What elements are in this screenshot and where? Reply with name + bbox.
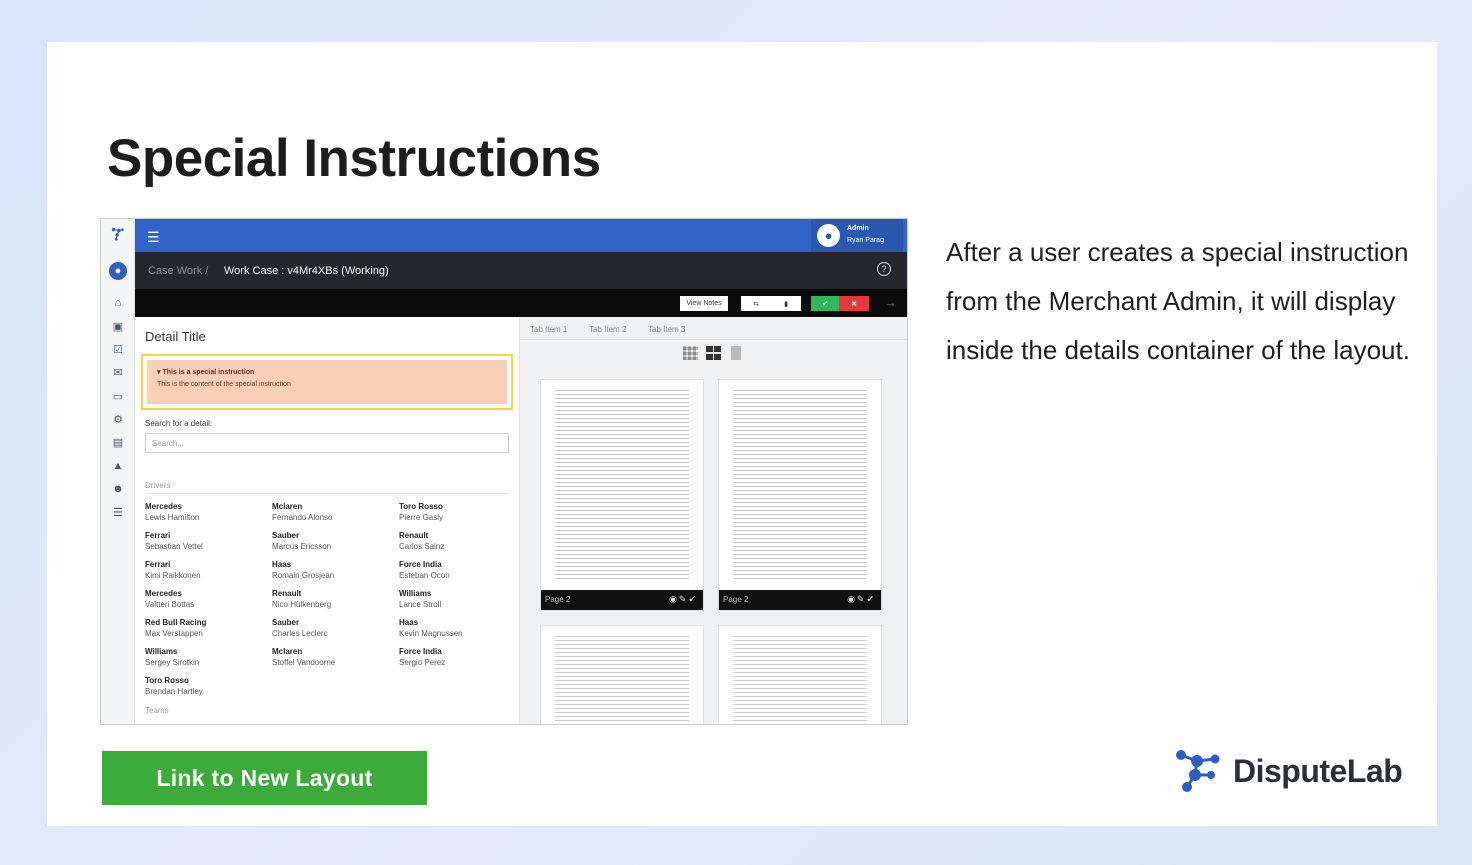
document-viewer: Tab Item 1 Tab Item 2 Tab Item 3 Page 2 … — [519, 317, 907, 724]
approve-button[interactable]: ✔ — [811, 296, 839, 311]
user-menu[interactable]: ● Admin Ryan Parag — [811, 219, 903, 252]
single-view-icon[interactable] — [731, 346, 741, 360]
detail-title: Detail Title — [145, 329, 206, 344]
driver-entry: Mercedes Lewis Hamilton — [145, 502, 200, 522]
divider — [145, 493, 509, 494]
driver-entry: Ferrari Sebastian Vettel — [145, 531, 203, 551]
link-to-new-layout-button[interactable]: Link to New Layout — [102, 751, 427, 805]
drivers-label: Drivers — [145, 481, 171, 490]
driver-entry: Force India Sergio Perez — [399, 647, 446, 667]
slide-description: After a user creates a special instructi… — [946, 237, 1410, 365]
driver-entry: Toro Rosso Brendan Hartley — [145, 676, 203, 696]
users-icon[interactable]: ☻ — [111, 482, 125, 496]
user-name: Ryan Parag — [847, 237, 884, 244]
driver-entry: Red Bull Racing Max Verstappen — [145, 618, 207, 638]
gear-icon[interactable]: ⚙ — [111, 412, 125, 426]
detail-search-input[interactable]: Search... — [145, 433, 509, 453]
driver-entry: Renault Nico Hülkenberg — [272, 589, 332, 609]
page-title: Special Instructions — [107, 129, 601, 188]
top-nav-bar: ☰ ● Admin Ryan Parag — [135, 219, 907, 252]
tab-item-2[interactable]: Tab Item 2 — [589, 325, 626, 334]
driver-entry: Renault Carlos Sainz — [399, 531, 445, 551]
hamburger-menu-icon[interactable]: ☰ — [147, 229, 160, 246]
driver-entry: Mclaren Stoffel Vandoorne — [272, 647, 336, 667]
driver-entry: Force India Esteban Ocon — [399, 560, 450, 580]
page-footer: Page 2 ◉✎✔ — [719, 590, 881, 610]
user-role: Admin — [847, 225, 869, 232]
page-label: Page 2 — [545, 595, 571, 604]
app-screenshot: ● ⌂ ▣ ☑ ✉ ▭ ⚙ ▤ ▲ ☻ ☰ ☰ ● Admin Ryan Par… — [100, 218, 908, 725]
left-rail: ● ⌂ ▣ ☑ ✉ ▭ ⚙ ▤ ▲ ☻ ☰ — [101, 219, 135, 724]
driver-entry: Sauber Charles Leclerc — [272, 618, 328, 638]
breadcrumb-bar: Case Work / Work Case : v4Mr4XBs (Workin… — [135, 252, 907, 289]
driver-entry: Ferrari Kimi Raikkonen — [145, 560, 201, 580]
tab-divider — [520, 339, 907, 340]
mail-icon[interactable]: ✉ — [111, 365, 125, 379]
checkbox-icon[interactable]: ☑ — [111, 342, 125, 356]
tile-view-icon[interactable] — [706, 346, 721, 360]
swap-icon[interactable]: ⇆ — [741, 296, 771, 311]
document-icon[interactable]: ▤ — [111, 435, 125, 449]
list-icon[interactable]: ☰ — [111, 505, 125, 519]
special-instruction-heading[interactable]: ▾ This is a special instruction — [157, 368, 497, 376]
avatar-icon: ● — [817, 224, 840, 247]
brand-logo: DisputeLab — [1173, 745, 1403, 797]
reject-button[interactable]: ✖ — [839, 296, 869, 311]
help-icon[interactable]: ? — [877, 262, 891, 276]
page-label: Page 2 — [723, 595, 749, 604]
search-label: Search for a detail: — [145, 419, 213, 428]
driver-entry: Williams Sergey Sirotkin — [145, 647, 200, 667]
card-icon[interactable]: ▭ — [111, 389, 125, 403]
brand-name: DisputeLab — [1233, 752, 1403, 789]
page-action-icons[interactable]: ◉✎✔ — [847, 594, 876, 605]
page-thumbnail[interactable] — [718, 625, 882, 724]
page-footer: Page 2 ◉✎✔ — [541, 590, 703, 610]
arrow-right-icon[interactable]: → — [884, 295, 897, 310]
detail-container: Detail Title ▾ This is a special instruc… — [135, 317, 519, 724]
page-thumbnail[interactable]: Page 2 ◉✎✔ — [540, 379, 704, 611]
briefcase-icon[interactable]: ▣ — [111, 319, 125, 333]
page-action-icons[interactable]: ◉✎✔ — [669, 594, 698, 605]
breadcrumb-root[interactable]: Case Work / — [148, 265, 208, 277]
breadcrumb-current: Work Case : v4Mr4XBs (Working) — [224, 265, 389, 277]
logo-icon — [111, 227, 125, 241]
driver-entry: Haas Romain Grosjean — [272, 560, 335, 580]
teams-label: Teams — [145, 706, 169, 715]
profile-icon[interactable]: ● — [109, 262, 127, 280]
view-notes-button[interactable]: View Notes — [680, 296, 728, 311]
driver-entry: Sauber Marcus Ericsson — [272, 531, 332, 551]
file-icon[interactable]: ▮ — [771, 296, 801, 311]
grid-view-icon[interactable] — [683, 346, 698, 360]
tab-item-1[interactable]: Tab Item 1 — [530, 325, 567, 334]
page-thumbnail[interactable]: Page 2 ◉✎✔ — [718, 379, 882, 611]
action-toolbar: View Notes ⇆ ▮ ✔ ✖ → — [135, 289, 907, 317]
page-thumbnail[interactable] — [540, 625, 704, 724]
tab-item-3[interactable]: Tab Item 3 — [648, 325, 685, 334]
special-instruction[interactable]: ▾ This is a special instruction This is … — [141, 354, 513, 410]
special-instruction-content: This is the content of the special instr… — [157, 381, 291, 388]
dispute-lab-logo-icon — [1176, 750, 1220, 792]
home-icon[interactable]: ⌂ — [111, 296, 125, 310]
driver-entry: Mercedes Valtteri Bottas — [145, 589, 195, 609]
warning-icon[interactable]: ▲ — [111, 459, 125, 473]
driver-entry: Williams Lance Stroll — [399, 589, 442, 609]
slide-card: Special Instructions After a user create… — [47, 42, 1437, 826]
driver-entry: Mclaren Fernando Alonso — [272, 502, 333, 522]
driver-entry: Toro Rosso Pierre Gasly — [399, 502, 444, 522]
driver-entry: Haas Kevin Magnussen — [399, 618, 463, 638]
